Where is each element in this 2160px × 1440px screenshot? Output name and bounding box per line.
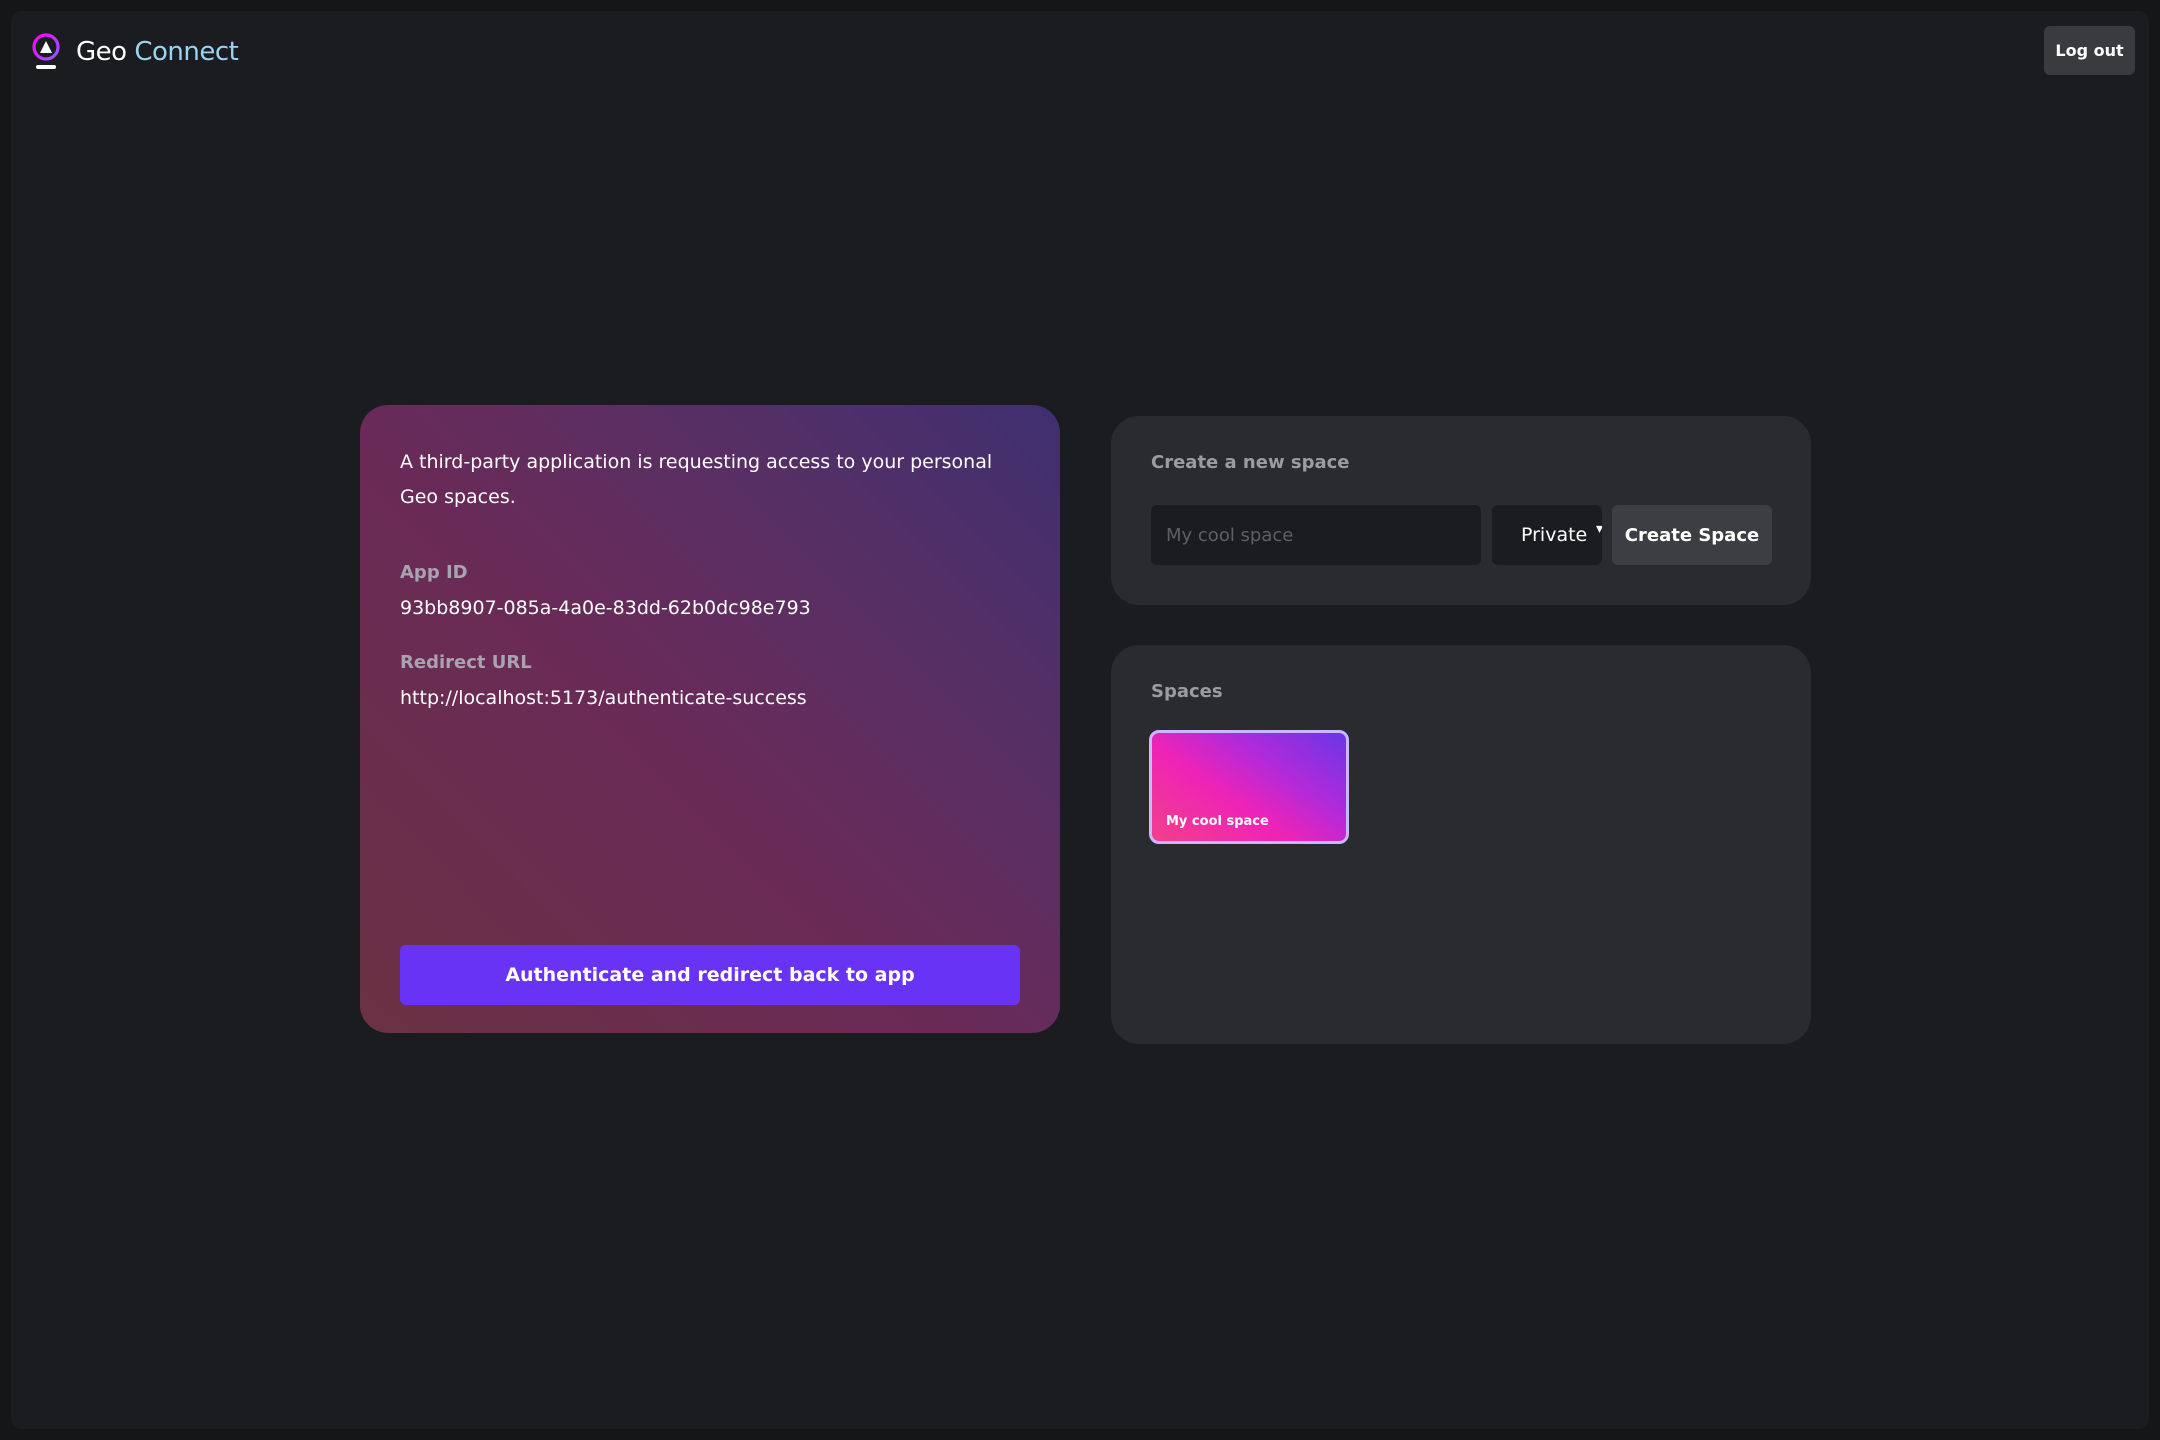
redirect-url-label: Redirect URL	[400, 652, 532, 673]
app-window: Geo Connect Log out A third-party applic…	[11, 11, 2149, 1429]
space-tile-name: My cool space	[1166, 814, 1269, 829]
authenticate-redirect-button[interactable]: Authenticate and redirect back to app	[400, 945, 1020, 1005]
space-tile[interactable]: My cool space	[1149, 730, 1349, 844]
app-id-label: App ID	[400, 562, 468, 583]
create-space-button[interactable]: Create Space	[1612, 505, 1772, 565]
spaces-panel: Spaces My cool space	[1111, 645, 1811, 1044]
app-id-value: 93bb8907-085a-4a0e-83dd-62b0dc98e793	[400, 597, 811, 619]
chevron-down-icon: ▾	[1596, 521, 1602, 537]
geo-location-pin-icon	[32, 33, 60, 69]
visibility-select[interactable]: Private ▾	[1492, 505, 1602, 565]
auth-request-card: A third-party application is requesting …	[360, 405, 1060, 1033]
space-name-input[interactable]	[1151, 505, 1481, 565]
redirect-url-value: http://localhost:5173/authenticate-succe…	[400, 687, 807, 709]
auth-intro-text: A third-party application is requesting …	[400, 451, 993, 508]
create-space-panel: Create a new space Private ▾ Create Spac…	[1111, 416, 1811, 605]
app-logo[interactable]: Geo Connect	[30, 32, 239, 72]
app-title-primary: Geo	[76, 37, 127, 67]
logout-button[interactable]: Log out	[2044, 26, 2135, 75]
app-title: Geo Connect	[76, 37, 239, 67]
app-title-accent: Connect	[134, 37, 239, 67]
spaces-title: Spaces	[1151, 681, 1223, 702]
create-space-title: Create a new space	[1151, 452, 1350, 473]
visibility-selected-value: Private	[1521, 524, 1588, 546]
